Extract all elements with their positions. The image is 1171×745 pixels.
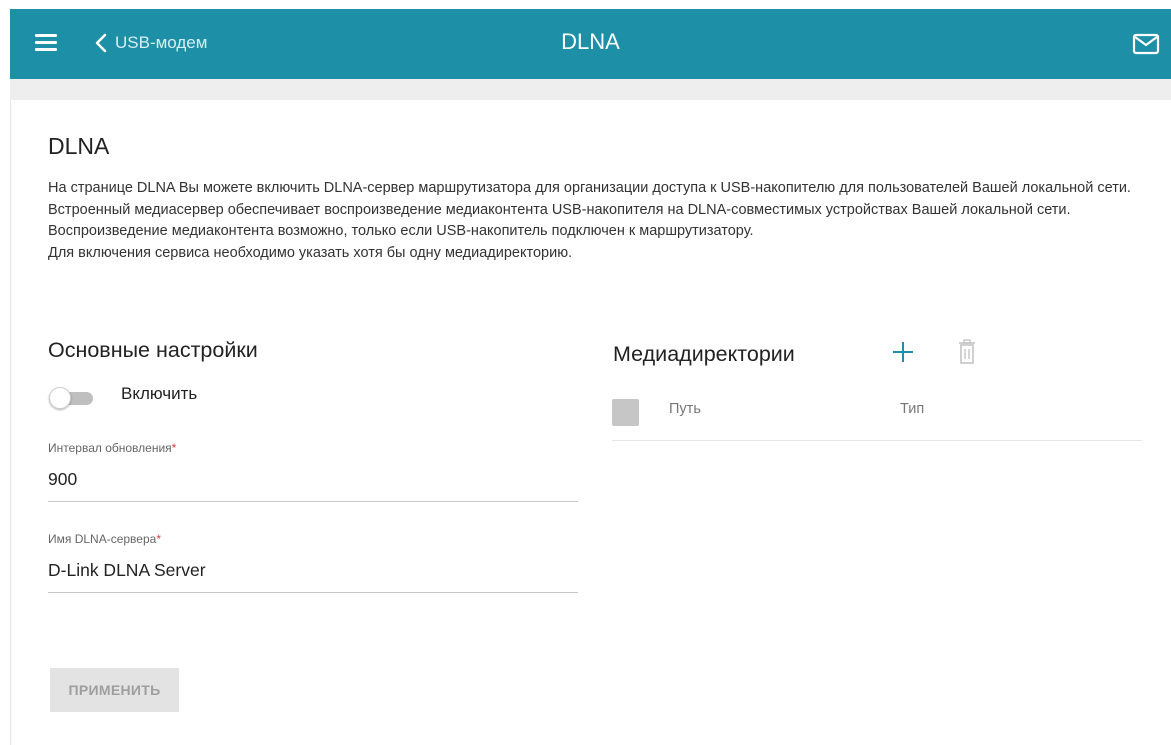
plus-icon[interactable] — [891, 340, 915, 369]
required-mark: * — [156, 532, 161, 546]
column-header-path[interactable]: Путь — [669, 401, 701, 417]
basic-settings-title: Основные настройки — [48, 338, 258, 362]
server-name-field: Имя DLNA-сервера* D-Link DLNA Server — [48, 532, 578, 593]
interval-input[interactable]: 900 — [48, 469, 578, 502]
header-spacer — [10, 79, 1171, 100]
mail-icon[interactable] — [1132, 33, 1160, 60]
header-title: DLNA — [561, 29, 620, 54]
trash-icon[interactable] — [958, 339, 976, 370]
media-directories-title: Медиадиректории — [613, 342, 795, 366]
interval-label: Интервал обновления* — [48, 441, 578, 455]
apply-button[interactable]: ПРИМЕНИТЬ — [50, 668, 179, 712]
enable-toggle[interactable] — [49, 387, 95, 409]
interval-field: Интервал обновления* 900 — [48, 441, 578, 502]
enable-label: Включить — [121, 384, 198, 403]
column-header-type[interactable]: Тип — [900, 401, 924, 417]
content-card: DLNA На странице DLNA Вы можете включить… — [10, 100, 1171, 745]
media-table-header: Путь Тип — [612, 392, 1142, 441]
server-name-label: Имя DLNA-сервера* — [48, 532, 578, 546]
toggle-knob — [49, 387, 71, 409]
top-bar: USB-модем DLNA — [10, 9, 1171, 79]
page-title: DLNA — [48, 133, 110, 159]
description-line: На странице DLNA Вы можете включить DLNA… — [48, 180, 1131, 196]
page-description: На странице DLNA Вы можете включить DLNA… — [48, 178, 1143, 264]
server-name-input[interactable]: D-Link DLNA Server — [48, 560, 578, 593]
required-mark: * — [171, 441, 177, 455]
description-line: Встроенный медиасервер обеспечивает восп… — [48, 201, 1071, 240]
description-line: Для включения сервиса необходимо указать… — [48, 244, 573, 261]
server-name-label-text: Имя DLNA-сервера — [48, 532, 157, 546]
interval-label-text: Интервал обновления — [48, 441, 172, 455]
select-all-checkbox[interactable] — [612, 399, 639, 426]
